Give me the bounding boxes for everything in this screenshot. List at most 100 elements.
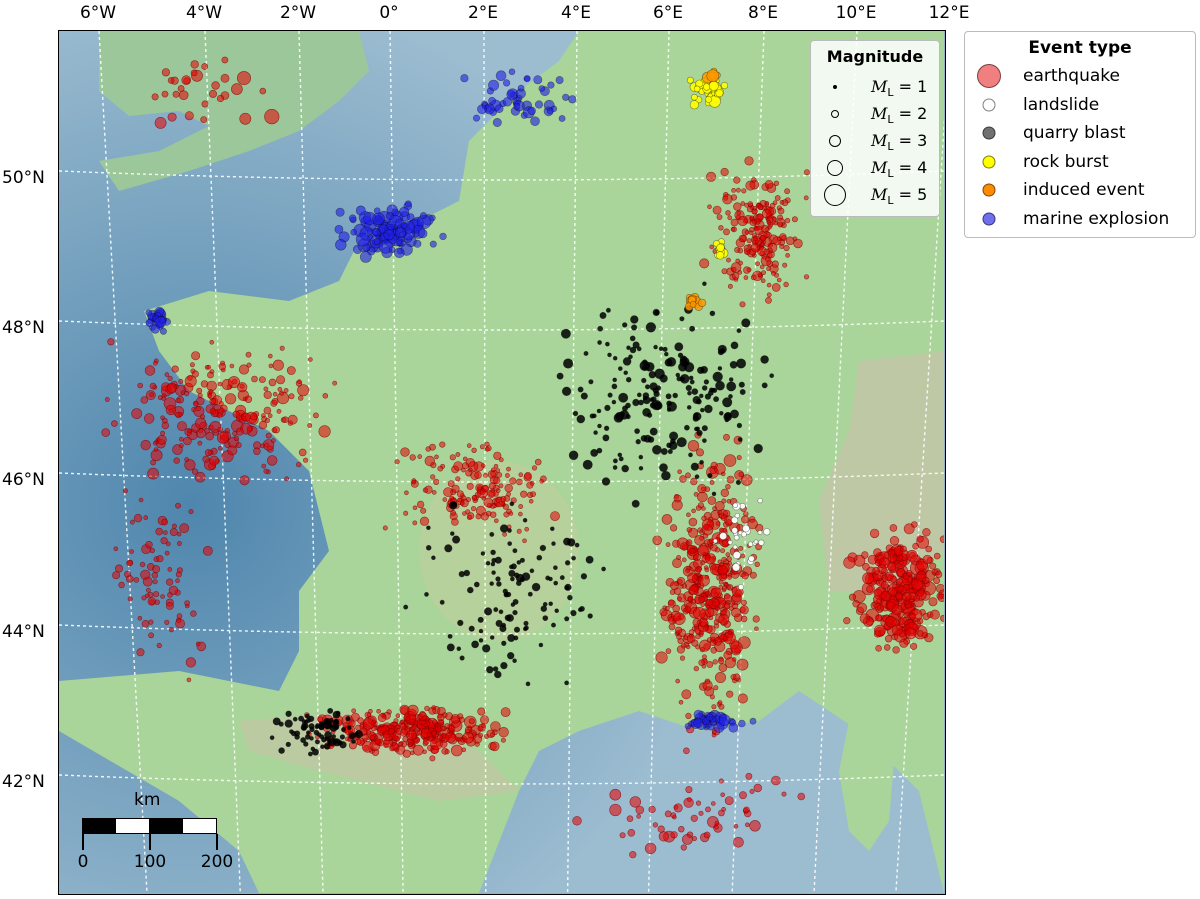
earthquake-point [804,169,810,176]
earthquake-point [652,535,663,546]
earthquake-point [148,619,154,625]
earthquake-point [748,227,755,233]
marine-explosion-point [693,718,703,728]
landslide-point [734,513,740,519]
earthquake-point [179,523,190,534]
marine-explosion-point [538,85,546,92]
earthquake-point [722,527,728,533]
earthquake-point [479,444,485,450]
earthquake-point [725,552,731,557]
earthquake-point [231,83,243,95]
earthquake-point [670,812,677,819]
quarry-blast-point [736,328,742,334]
earthquake-point [740,553,746,559]
earthquake-point [572,816,582,826]
earthquake-point [156,642,162,649]
quarry-blast-point [452,535,461,544]
quarry-blast-point [700,365,708,374]
earthquake-point [677,596,682,602]
earthquake-point [872,595,882,604]
earthquake-point [443,487,453,497]
earthquake-point [449,495,455,501]
earthquake-point [848,593,857,601]
quarry-blast-point [449,501,458,510]
rock-burst-point [720,81,729,90]
quarry-blast-point [564,560,571,566]
earthquake-point [725,210,731,216]
earthquake-point [167,375,173,382]
magnitude-legend-item: ML = 2 [811,103,939,126]
earthquake-point [709,480,715,485]
quarry-blast-point [769,373,775,379]
earthquake-point [178,411,183,417]
earthquake-point [422,749,427,755]
earthquake-point [489,741,500,752]
quarry-blast-point [618,392,629,403]
earthquake-point [177,421,187,431]
earthquake-point [531,465,538,471]
earthquake-point [129,549,134,554]
earthquake-point [913,594,921,602]
earthquake-point [189,362,195,368]
quarry-blast-point [285,710,292,717]
earthquake-point [721,540,729,548]
earthquake-point [133,514,143,523]
earthquake-point [173,457,180,464]
earthquake-point [714,824,719,830]
landslide-point [748,555,755,562]
earthquake-point [779,233,787,241]
earthquake-point [138,497,144,503]
earthquake-point [743,248,751,255]
earthquake-point [736,187,741,193]
quarry-blast-point [753,443,763,454]
magnitude-label: ML = 2 [871,104,928,127]
quarry-blast-point [332,738,339,744]
quarry-blast-point [619,409,630,420]
marine-explosion-point [503,79,511,87]
quarry-blast-point [425,544,432,551]
earthquake-point [445,712,454,721]
quarry-blast-point [527,591,533,597]
quarry-blast-point [552,565,558,571]
earthquake-point [534,458,542,466]
earthquake-point [779,199,785,205]
scale-bar-tick [149,834,151,850]
earthquake-point [516,478,523,486]
earthquake-point [239,475,250,486]
earthquake-point [164,372,170,377]
earthquake-point [757,272,763,277]
quarry-blast-point [589,413,595,419]
scale-bar-tick [82,834,84,850]
quarry-blast-point [718,410,724,416]
earthquake-point [498,726,509,738]
scale-bar-segment [83,819,116,833]
quarry-blast-point [444,544,453,553]
earthquake-point [686,512,691,518]
quarry-blast-point [711,491,717,497]
earthquake-point [404,490,409,496]
scale-bar-unit: km [134,790,161,810]
quarry-blast-point [702,438,707,443]
earthquake-point [888,549,896,557]
earthquake-point [399,728,408,737]
quarry-blast-point [597,423,602,429]
earthquake-point [402,749,411,758]
earthquake-point [288,393,295,400]
magnitude-legend-item: ML = 5 [811,184,939,207]
earthquake-point [444,749,450,755]
earthquake-point [688,629,695,635]
quarry-blast-point [564,585,570,591]
earthquake-point [259,87,267,95]
earthquake-point [629,796,641,808]
landslide-point [732,544,738,550]
quarry-blast-point [560,328,571,339]
earthquake-point [681,557,687,563]
earthquake-point [238,364,250,375]
marine-explosion-point [718,714,731,726]
earthquake-point [207,393,212,399]
magnitude-legend: Magnitude ML = 1 ML = 2 ML = 3 ML = 4 ML = 5 [810,40,940,217]
quarry-blast-point [698,393,704,399]
earthquake-point [261,415,267,422]
quarry-blast-point [702,281,707,286]
quarry-blast-point [661,470,671,481]
